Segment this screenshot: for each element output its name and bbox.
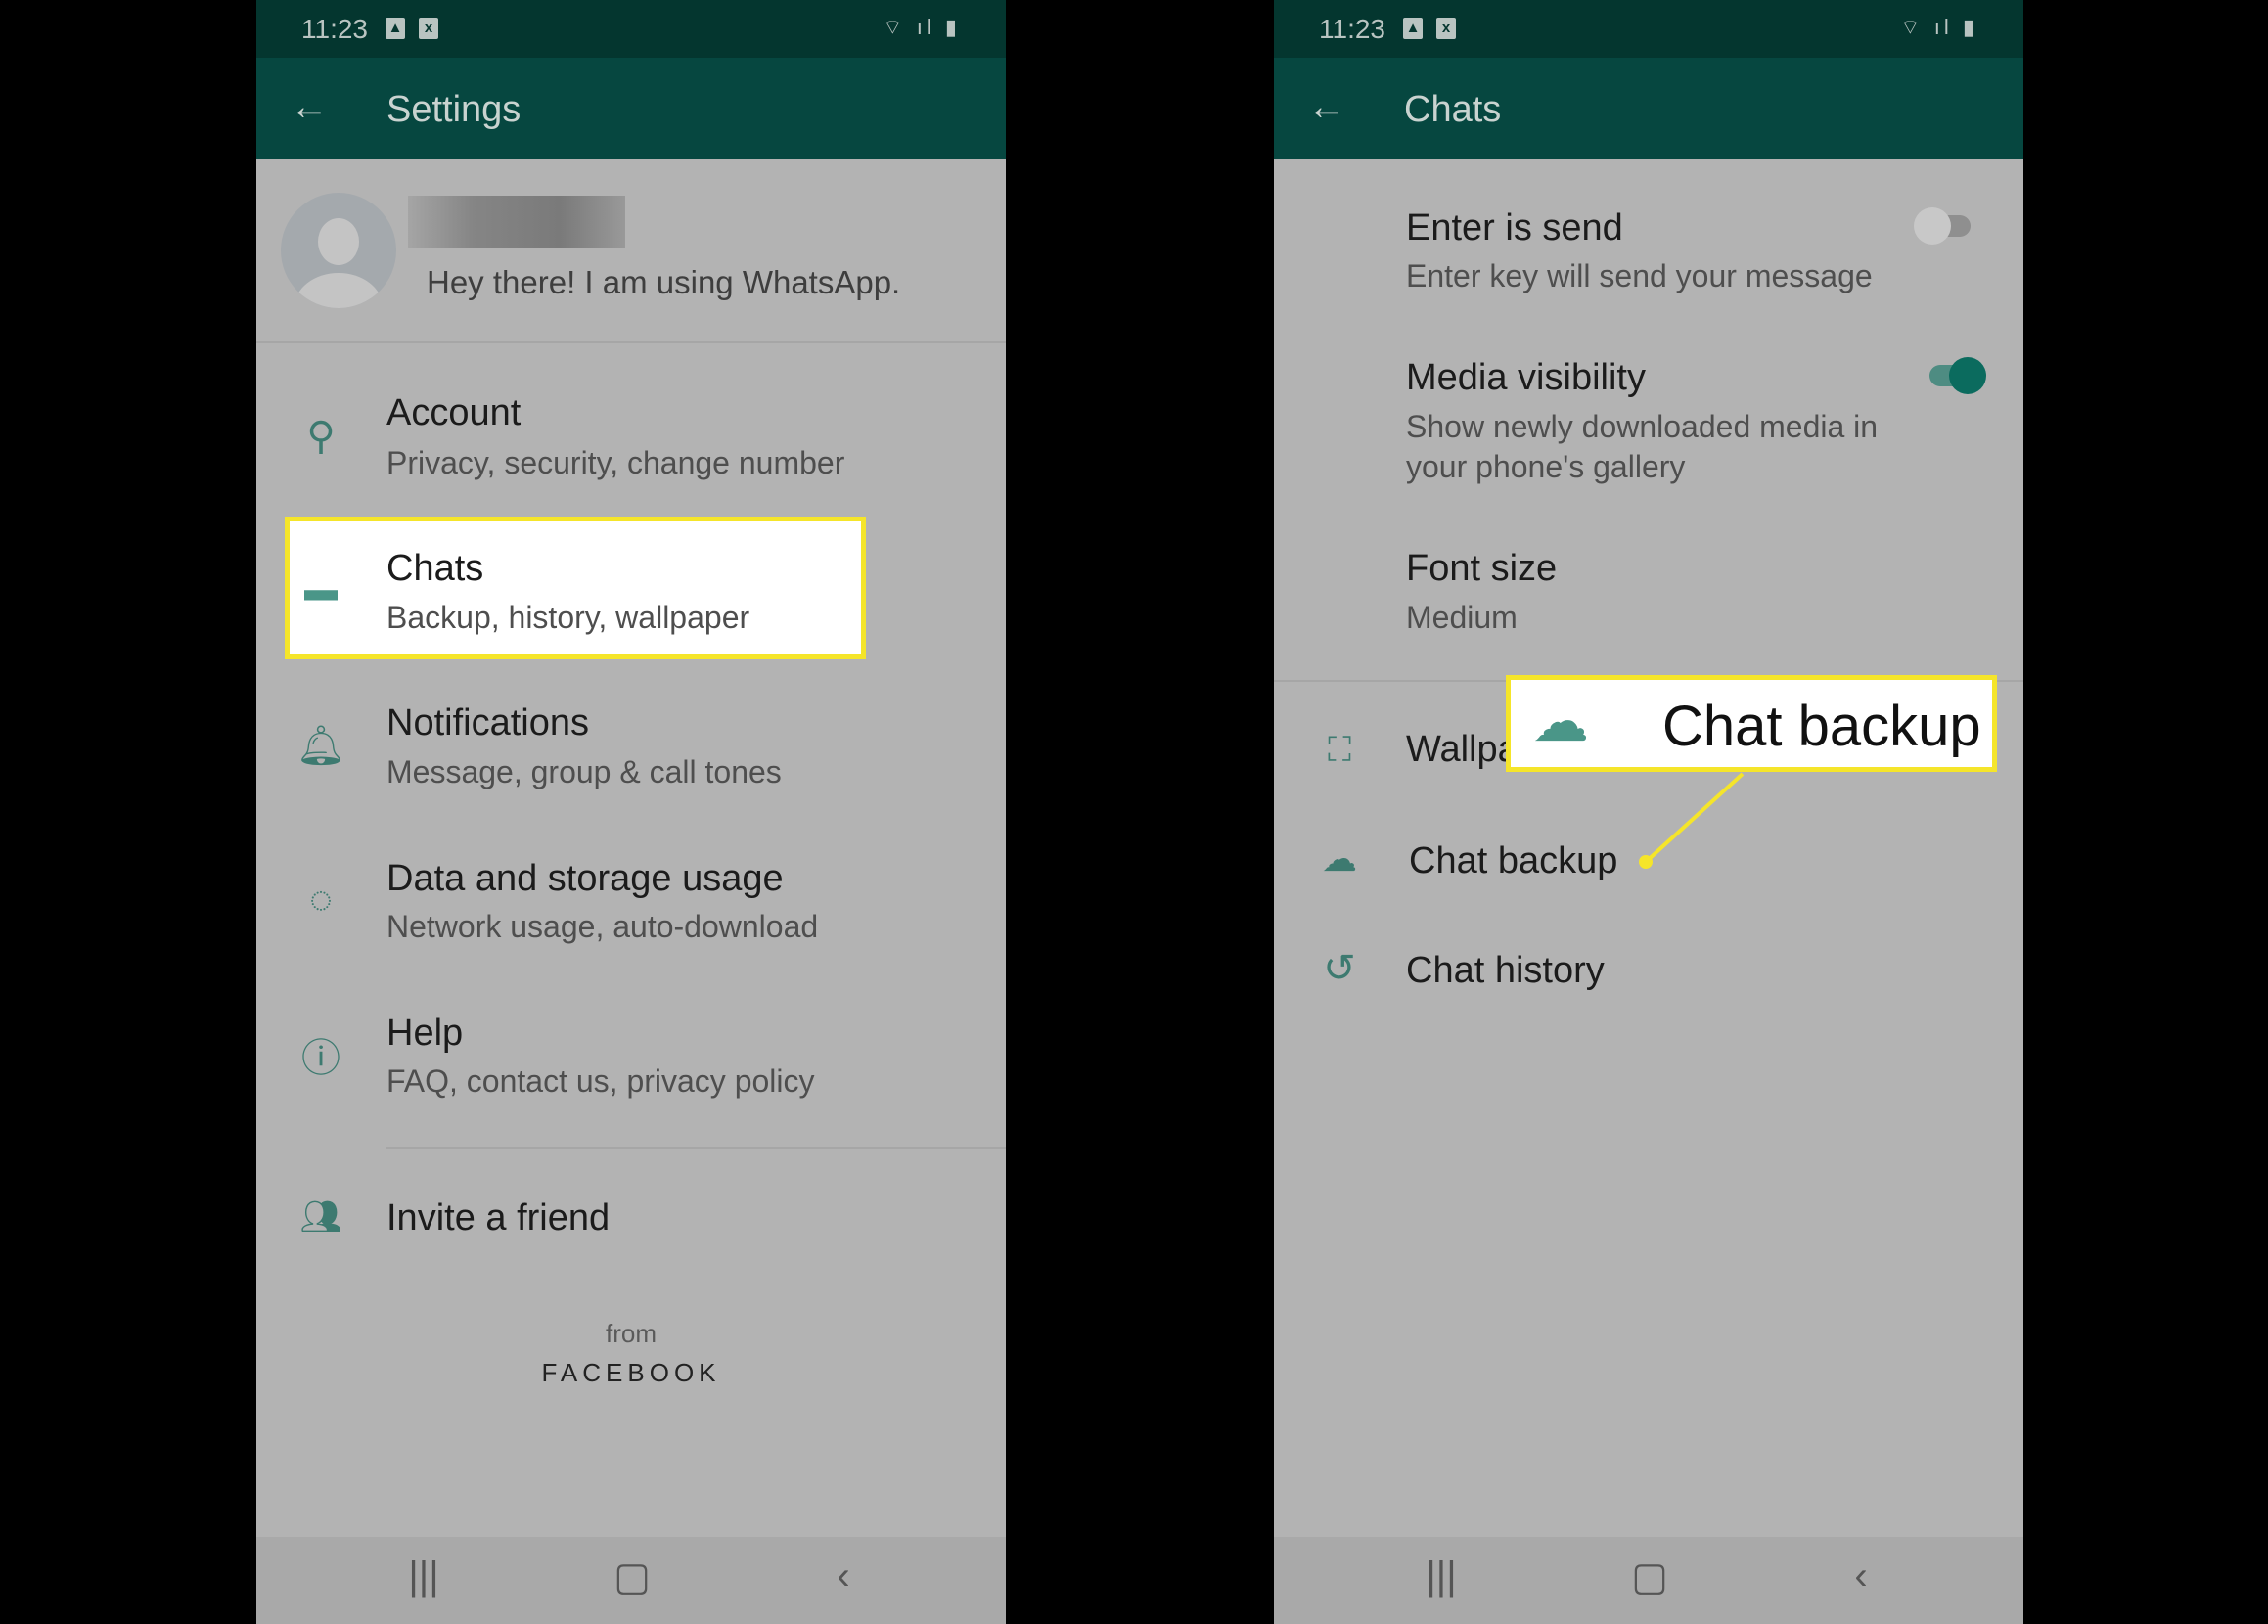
page-title: Settings bbox=[386, 89, 522, 130]
home-icon[interactable]: ▢ bbox=[1631, 1555, 1668, 1600]
callout-label: Chat backup bbox=[1662, 695, 1981, 758]
gallery-notification-icon: ▲ bbox=[386, 18, 405, 39]
item-subtitle: Backup, history, wallpaper bbox=[386, 600, 750, 635]
status-bar: 11:23 ▲ x ⌔ ıl ▮ bbox=[256, 0, 1006, 58]
profile-name-blurred bbox=[408, 196, 625, 248]
help-icon: ⓘ bbox=[301, 1037, 340, 1080]
profile-status: Hey there! I am using WhatsApp. bbox=[427, 264, 901, 300]
recent-apps-icon[interactable]: ||| bbox=[408, 1555, 438, 1599]
item-subtitle: Network usage, auto-download bbox=[386, 909, 819, 944]
avatar[interactable] bbox=[281, 193, 396, 308]
back-arrow-icon[interactable]: ← bbox=[290, 85, 329, 129]
android-nav-bar: ||| ▢ ‹ bbox=[256, 1537, 1006, 1624]
item-title: Chats bbox=[386, 548, 484, 589]
toolbar: ← Settings bbox=[256, 58, 1006, 159]
excel-notification-icon: x bbox=[419, 18, 438, 39]
data-usage-icon: ◌ bbox=[309, 878, 333, 922]
back-icon[interactable]: ‹ bbox=[1854, 1555, 1867, 1599]
chat-icon: ▬ bbox=[304, 570, 338, 609]
invite-label: Invite a friend bbox=[386, 1197, 611, 1239]
key-icon: ⚲ bbox=[306, 415, 336, 458]
item-title: Account bbox=[386, 392, 522, 433]
item-title: Notifications bbox=[386, 702, 589, 744]
chats-settings-screen: 11:23 ▲ x ⌔ ıl ▮ ← Chats Enter is send E… bbox=[1274, 0, 2023, 1624]
chat-backup-callout: ☁ Chat backup bbox=[1506, 675, 1997, 772]
back-icon[interactable]: ‹ bbox=[837, 1555, 849, 1599]
divider bbox=[256, 341, 1006, 343]
recent-apps-icon[interactable]: ||| bbox=[1426, 1555, 1456, 1599]
home-icon[interactable]: ▢ bbox=[613, 1555, 651, 1600]
cloud-upload-icon: ☁ bbox=[1532, 690, 1589, 753]
wifi-signal-battery-icon: ⌔ ıl ▮ bbox=[882, 15, 961, 39]
people-icon: 👥︎ bbox=[299, 1198, 342, 1236]
item-subtitle: Privacy, security, change number bbox=[386, 445, 845, 480]
status-time: 11:23 bbox=[301, 14, 368, 44]
item-title: Data and storage usage bbox=[386, 858, 784, 899]
divider bbox=[386, 1147, 1006, 1149]
footer-from: from bbox=[606, 1319, 657, 1348]
item-subtitle: Message, group & call tones bbox=[386, 754, 782, 789]
facebook-logo: FACEBOOK bbox=[541, 1358, 721, 1387]
bell-icon: 🔔︎ bbox=[295, 724, 346, 768]
android-nav-bar: ||| ▢ ‹ bbox=[1274, 1537, 2023, 1624]
item-subtitle: FAQ, contact us, privacy policy bbox=[386, 1063, 815, 1099]
item-title: Help bbox=[386, 1013, 464, 1054]
settings-screen: 11:23 ▲ x ⌔ ıl ▮ ← Settings Hey there! I… bbox=[256, 0, 1006, 1624]
callout-leader-line bbox=[1639, 772, 1745, 869]
settings-item-chats[interactable] bbox=[285, 517, 866, 659]
